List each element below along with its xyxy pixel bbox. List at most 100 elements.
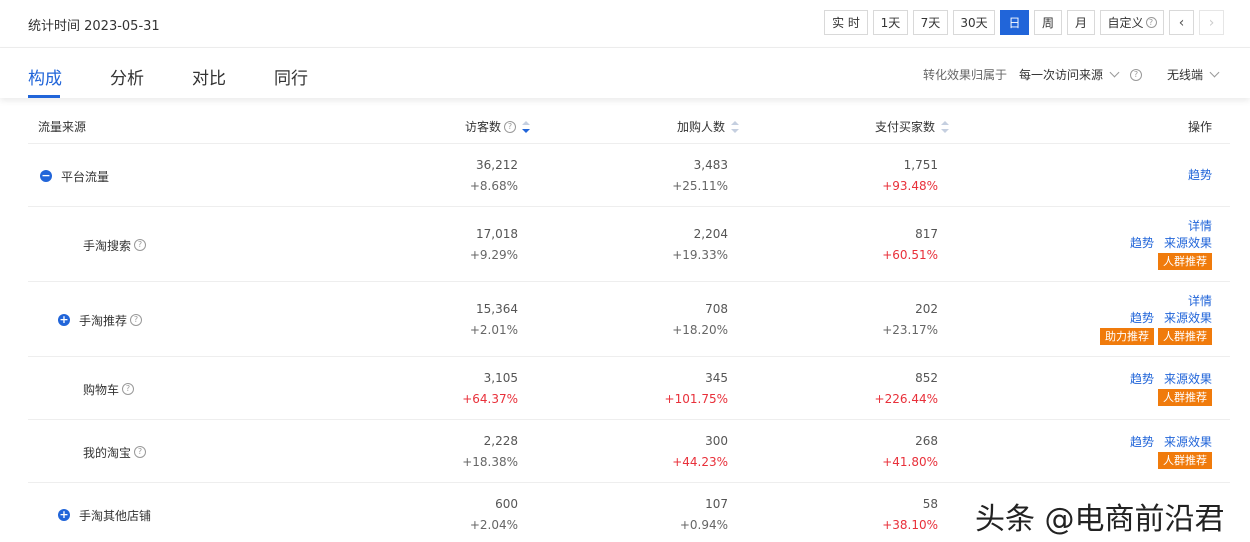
cell-cart-value: 107 — [705, 496, 728, 511]
cell-cart-change: +18.20% — [672, 322, 728, 337]
help-icon: ? — [1145, 17, 1157, 28]
device-select-value: 无线端 — [1166, 68, 1203, 82]
header-cart-label: 加购人数 — [677, 120, 726, 134]
range-custom-button[interactable]: 自定义? — [1100, 10, 1164, 35]
source-effect-link[interactable]: 来源效果 — [1164, 236, 1212, 250]
cell-visitors-change: +18.38% — [462, 454, 518, 469]
range-month-button[interactable]: 月 — [1067, 10, 1095, 35]
cell-cart: 708 +18.20% — [608, 299, 728, 341]
attribution-select[interactable]: 每一次访问来源 — [1018, 66, 1120, 83]
cell-visitors: 36,212 +8.68% — [398, 155, 518, 197]
trend-link[interactable]: 趋势 — [1130, 435, 1154, 449]
chevron-left-icon[interactable]: ‹ — [1169, 10, 1194, 35]
row-ops: 详情趋势 来源效果 助力推荐 人群推荐 — [1096, 293, 1212, 345]
detail-link[interactable]: 详情 — [1188, 219, 1212, 233]
cell-cart-change: +101.75% — [664, 391, 728, 406]
cell-visitors-value: 15,364 — [476, 301, 518, 316]
device-select[interactable]: 无线端 — [1166, 66, 1220, 83]
cell-cart-change: +25.11% — [672, 178, 728, 193]
trend-link[interactable]: 趋势 — [1188, 168, 1212, 182]
help-icon[interactable]: ? — [122, 383, 135, 395]
source-effect-link[interactable]: 来源效果 — [1164, 435, 1212, 449]
row-source-label: 购物车 — [83, 382, 120, 397]
header-visitors[interactable]: 访客数? — [465, 118, 531, 135]
top-bar: 统计时间 2023-05-31 实 时 1天 7天 30天 日 周 月 自定义?… — [0, 0, 1250, 48]
tab-analysis[interactable]: 分析 — [110, 64, 144, 89]
row-source-label: 手淘其他店铺 — [79, 508, 152, 523]
trend-link[interactable]: 趋势 — [1130, 372, 1154, 386]
range-7day-button[interactable]: 7天 — [913, 10, 948, 35]
cell-buyers-value: 268 — [915, 433, 938, 448]
tab-compare[interactable]: 对比 — [192, 64, 226, 89]
row-source-name: + 手淘推荐? — [58, 312, 143, 329]
recommend-tag[interactable]: 助力推荐 — [1100, 328, 1154, 345]
stat-time-label: 统计时间 2023-05-31 — [28, 19, 160, 34]
range-1day-button[interactable]: 1天 — [873, 10, 908, 35]
range-day-button[interactable]: 日 — [1000, 10, 1029, 35]
range-selector: 实 时 1天 7天 30天 日 周 月 自定义? ‹ › — [824, 10, 1229, 35]
cell-cart-value: 3,483 — [693, 157, 728, 172]
expand-icon[interactable]: + — [58, 509, 70, 521]
help-icon[interactable]: ? — [134, 446, 147, 458]
header-cart[interactable]: 加购人数 — [677, 118, 740, 135]
tab-composition[interactable]: 构成 — [28, 64, 62, 89]
cell-visitors-value: 17,018 — [476, 226, 518, 241]
help-icon[interactable]: ? — [134, 239, 147, 251]
help-icon[interactable]: ? — [130, 314, 143, 326]
detail-link[interactable]: 详情 — [1188, 294, 1212, 308]
cell-buyers-value: 58 — [922, 496, 938, 511]
cell-visitors: 17,018 +9.29% — [398, 224, 518, 266]
table-row: 手淘搜索? 17,018 +9.29% 2,204 +19.33% 817 +60.51% 详… — [28, 207, 1230, 282]
cell-cart-value: 708 — [705, 301, 728, 316]
table-row: 购物车? 3,105 +64.37% 345 +101.75% 852 +226.44% 趋势… — [28, 357, 1230, 420]
source-effect-link[interactable]: 来源效果 — [1164, 311, 1212, 325]
cell-buyers-change: +226.44% — [874, 391, 938, 406]
table-row: + 手淘推荐? 15,364 +2.01% 708 +18.20% 202 +23.17% 详情… — [28, 282, 1230, 357]
cell-buyers-value: 852 — [915, 370, 938, 385]
tab-active-indicator — [28, 95, 60, 98]
range-week-button[interactable]: 周 — [1034, 10, 1062, 35]
cell-buyers: 817 +60.51% — [818, 224, 938, 266]
cell-cart-value: 300 — [705, 433, 728, 448]
cell-buyers: 1,751 +93.48% — [818, 155, 938, 197]
cell-cart-change: +19.33% — [672, 247, 728, 262]
tab-tools: 转化效果归属于 每一次访问来源 ? 无线端 — [923, 66, 1220, 83]
row-source-label: 我的淘宝 — [83, 445, 132, 460]
cell-buyers-value: 1,751 — [903, 157, 938, 172]
header-buyers[interactable]: 支付买家数 — [875, 118, 950, 135]
attribution-select-value: 每一次访问来源 — [1018, 68, 1103, 82]
trend-link[interactable]: 趋势 — [1130, 311, 1154, 325]
row-source-name: 手淘搜索? — [83, 237, 147, 254]
range-30day-button[interactable]: 30天 — [953, 10, 995, 35]
range-realtime-button[interactable]: 实 时 — [824, 10, 868, 35]
cell-cart-change: +44.23% — [672, 454, 728, 469]
help-icon[interactable]: ? — [1129, 68, 1142, 81]
cell-cart: 3,483 +25.11% — [608, 155, 728, 197]
row-ops: 趋势 来源效果人群推荐 — [1130, 371, 1212, 406]
row-source-label: 平台流量 — [61, 169, 110, 184]
header-buyers-label: 支付买家数 — [875, 120, 936, 134]
recommend-tag[interactable]: 人群推荐 — [1158, 253, 1212, 270]
recommend-tag[interactable]: 人群推荐 — [1158, 328, 1212, 345]
cell-buyers-change: +38.10% — [882, 517, 938, 532]
cell-visitors-value: 36,212 — [476, 157, 518, 172]
range-custom-label: 自定义 — [1107, 16, 1144, 30]
expand-icon[interactable]: + — [58, 314, 70, 326]
header-source: 流量来源 — [38, 120, 87, 134]
tab-bar: 构成 分析 对比 同行 转化效果归属于 每一次访问来源 ? 无线端 — [0, 48, 1250, 98]
recommend-tag[interactable]: 人群推荐 — [1158, 451, 1212, 469]
trend-link[interactable]: 趋势 — [1130, 236, 1154, 250]
traffic-source-table: 流量来源 访客数? 加购人数 支付买家数 操作 − 平台流量 36,212 +8.68… — [28, 106, 1230, 542]
chevron-right-icon[interactable]: › — [1199, 10, 1224, 35]
recommend-tag[interactable]: 人群推荐 — [1158, 388, 1212, 406]
tab-peers[interactable]: 同行 — [274, 64, 308, 89]
cell-buyers-change: +60.51% — [882, 247, 938, 262]
cell-cart: 300 +44.23% — [608, 431, 728, 473]
cell-cart: 2,204 +19.33% — [608, 224, 728, 266]
cell-cart: 107 +0.94% — [608, 494, 728, 536]
row-source-name: 我的淘宝? — [83, 444, 147, 461]
source-effect-link[interactable]: 来源效果 — [1164, 372, 1212, 386]
table-body: − 平台流量 36,212 +8.68% 3,483 +25.11% 1,751 +93.48… — [28, 144, 1230, 542]
header-ops: 操作 — [1187, 120, 1212, 134]
collapse-icon[interactable]: − — [40, 170, 52, 182]
